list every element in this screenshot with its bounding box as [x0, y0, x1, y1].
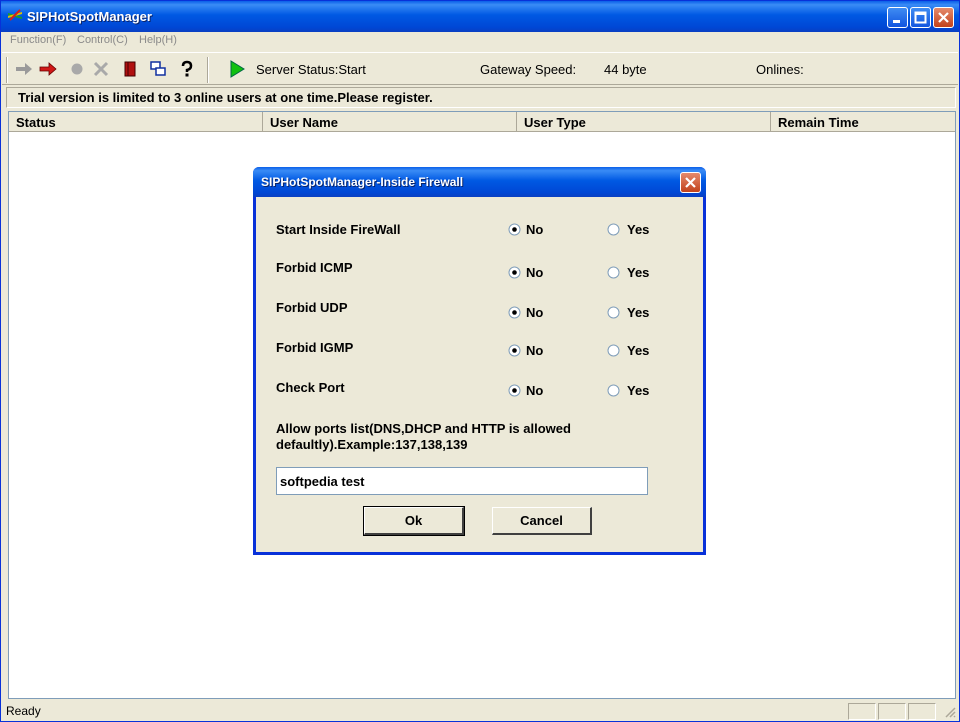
column-status-label: Status: [16, 115, 56, 130]
cancel-button[interactable]: Cancel: [492, 507, 592, 535]
radio-yes-label[interactable]: Yes: [627, 222, 649, 237]
option-label: Start Inside FireWall: [276, 222, 401, 237]
radio-yes[interactable]: [607, 223, 620, 236]
radio-no[interactable]: [508, 266, 521, 279]
trial-notice-text: Trial version is limited to 3 online use…: [18, 90, 433, 105]
dialog-title-bar[interactable]: SIPHotSpotManager-Inside Firewall: [253, 167, 706, 197]
help-icon[interactable]: [177, 59, 197, 79]
app-icon: [8, 9, 22, 21]
radio-yes[interactable]: [607, 344, 620, 357]
column-remain-time-label: Remain Time: [778, 115, 859, 130]
radio-no[interactable]: [508, 384, 521, 397]
gateway-speed-label: Gateway Speed:: [480, 62, 577, 77]
stop-dot-icon[interactable]: [67, 59, 87, 79]
radio-yes-label[interactable]: Yes: [627, 305, 649, 320]
resize-grip-icon[interactable]: [944, 706, 956, 718]
option-label: Check Port: [276, 380, 345, 395]
radio-no-label[interactable]: No: [526, 265, 543, 280]
dialog-title: SIPHotSpotManager-Inside Firewall: [261, 175, 464, 189]
book-icon[interactable]: [120, 59, 140, 79]
column-remain-time[interactable]: Remain Time: [771, 112, 955, 132]
gateway-speed-value: 44 byte: [604, 62, 647, 77]
maximize-icon: [914, 11, 927, 24]
trial-notice: Trial version is limited to 3 online use…: [6, 87, 956, 108]
delete-x-icon[interactable]: [91, 59, 111, 79]
radio-no-label[interactable]: No: [526, 343, 543, 358]
toolbar-grip: [6, 57, 8, 83]
menu-help[interactable]: Help(H): [139, 34, 177, 46]
forward-arrow-icon[interactable]: [14, 59, 34, 79]
close-button[interactable]: [933, 7, 954, 28]
toolbar-separator: [207, 57, 209, 83]
menu-function[interactable]: Function(F): [10, 34, 66, 46]
option-label: Forbid ICMP: [276, 260, 353, 275]
status-bar: Ready: [2, 701, 958, 721]
minimize-button[interactable]: [887, 7, 908, 28]
list-header: Status User Name User Type Remain Time: [9, 112, 955, 132]
column-status[interactable]: Status: [9, 112, 263, 132]
play-icon[interactable]: [227, 59, 247, 79]
column-user-type[interactable]: User Type: [517, 112, 771, 132]
radio-yes-label[interactable]: Yes: [627, 383, 649, 398]
windows-icon[interactable]: [148, 59, 168, 79]
menu-bar: Function(F) Control(C) Help(H): [2, 32, 958, 50]
radio-no[interactable]: [508, 344, 521, 357]
menu-control[interactable]: Control(C): [77, 34, 128, 46]
radio-no-label[interactable]: No: [526, 383, 543, 398]
inside-firewall-dialog: SIPHotSpotManager-Inside Firewall Start …: [253, 167, 706, 555]
radio-no[interactable]: [508, 223, 521, 236]
option-label: Forbid IGMP: [276, 340, 354, 355]
radio-no-label[interactable]: No: [526, 222, 543, 237]
server-status: Server Status:Start: [256, 62, 366, 77]
column-user-type-label: User Type: [524, 115, 586, 130]
allow-ports-label: Allow ports list(DNS,DHCP and HTTP is al…: [276, 421, 571, 452]
radio-yes[interactable]: [607, 266, 620, 279]
radio-yes-label[interactable]: Yes: [627, 265, 649, 280]
status-pane: [878, 703, 906, 720]
ok-button[interactable]: Ok: [363, 506, 465, 536]
window-title: SIPHotSpotManager: [27, 9, 152, 24]
radio-yes[interactable]: [607, 306, 620, 319]
radio-yes-label[interactable]: Yes: [627, 343, 649, 358]
minimize-icon: [893, 20, 900, 23]
status-pane: [848, 703, 876, 720]
option-label: Forbid UDP: [276, 300, 348, 315]
red-arrow-icon[interactable]: [38, 59, 58, 79]
maximize-button[interactable]: [910, 7, 931, 28]
close-icon: [938, 12, 949, 23]
allow-ports-input[interactable]: [276, 467, 648, 495]
radio-no[interactable]: [508, 306, 521, 319]
radio-yes[interactable]: [607, 384, 620, 397]
status-pane: [908, 703, 936, 720]
dialog-close-button[interactable]: [680, 172, 701, 193]
title-bar[interactable]: SIPHotSpotManager: [1, 1, 959, 32]
column-user-name-label: User Name: [270, 115, 338, 130]
close-icon: [685, 177, 696, 188]
column-user-name[interactable]: User Name: [263, 112, 517, 132]
onlines-label: Onlines:: [756, 62, 804, 77]
status-text: Ready: [6, 704, 41, 718]
radio-no-label[interactable]: No: [526, 305, 543, 320]
toolbar: Server Status:Start Gateway Speed: 44 by…: [2, 52, 958, 85]
